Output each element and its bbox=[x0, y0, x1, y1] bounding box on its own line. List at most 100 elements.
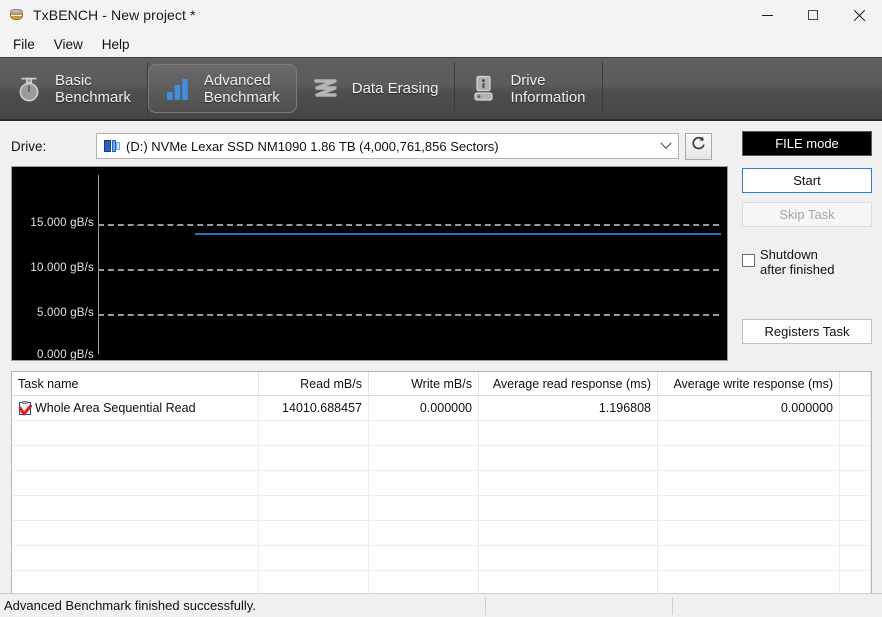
table-cell bbox=[12, 421, 259, 445]
table-cell bbox=[658, 471, 840, 495]
table-cell bbox=[12, 571, 259, 595]
table-column-header[interactable]: Task name bbox=[12, 372, 259, 395]
control-panel: FILE mode Start Skip Task Shutdown after… bbox=[742, 131, 872, 344]
table-cell: 0.000000 bbox=[658, 396, 840, 420]
table-column-header[interactable]: Average write response (ms) bbox=[658, 372, 840, 395]
shutdown-option[interactable]: Shutdown after finished bbox=[742, 247, 872, 277]
table-cell bbox=[658, 571, 840, 595]
table-cell-spacer bbox=[840, 521, 871, 545]
table-cell bbox=[12, 446, 259, 470]
window-title: TxBENCH - New project * bbox=[33, 7, 196, 23]
stopwatch-icon bbox=[14, 73, 44, 105]
table-column-header[interactable]: Read mB/s bbox=[259, 372, 369, 395]
table-cell-spacer bbox=[840, 496, 871, 520]
table-cell: 1.196808 bbox=[479, 396, 658, 420]
close-button[interactable] bbox=[836, 0, 882, 31]
menu-bar: File View Help bbox=[0, 31, 882, 57]
skip-task-button[interactable]: Skip Task bbox=[742, 202, 872, 227]
table-cell bbox=[479, 446, 658, 470]
tab-label: Advanced Benchmark bbox=[203, 71, 280, 106]
shutdown-checkbox[interactable] bbox=[742, 254, 755, 267]
chart-ytick-label: 15.000 gB/s bbox=[30, 217, 94, 229]
table-cell bbox=[12, 521, 259, 545]
tab-bar: Basic Benchmark Advanced Benchmark Data … bbox=[0, 57, 882, 121]
chart-ytick-label: 10.000 gB/s bbox=[30, 262, 94, 274]
table-cell bbox=[658, 496, 840, 520]
start-button[interactable]: Start bbox=[742, 168, 872, 193]
table-row-empty[interactable] bbox=[12, 471, 871, 496]
drive-select[interactable]: (D:) NVMe Lexar SSD NM1090 1.86 TB (4,00… bbox=[96, 133, 679, 159]
chevron-down-icon[interactable] bbox=[654, 134, 678, 158]
table-row-empty[interactable] bbox=[12, 446, 871, 471]
table-cell-spacer bbox=[840, 396, 871, 420]
table-cell bbox=[658, 521, 840, 545]
table-row-empty[interactable] bbox=[12, 546, 871, 571]
status-bar: Advanced Benchmark finished successfully… bbox=[0, 593, 882, 617]
shred-icon bbox=[311, 73, 341, 105]
tab-basic-benchmark[interactable]: Basic Benchmark bbox=[0, 62, 148, 115]
table-cell bbox=[259, 446, 369, 470]
table-cell bbox=[369, 546, 479, 570]
chart-ytick-label: 0.000 gB/s bbox=[37, 349, 94, 361]
chart-gridline bbox=[98, 269, 719, 271]
drive-info-icon bbox=[469, 73, 499, 105]
table-cell bbox=[479, 546, 658, 570]
table-header-row: Task name Read mB/s Write mB/s Average read… bbox=[12, 372, 871, 396]
shutdown-label: Shutdown after finished bbox=[760, 247, 835, 277]
table-cell bbox=[259, 421, 369, 445]
maximize-icon bbox=[808, 10, 818, 20]
refresh-icon bbox=[690, 135, 707, 157]
table-cell bbox=[479, 421, 658, 445]
close-icon bbox=[853, 9, 866, 22]
minimize-button[interactable] bbox=[744, 0, 790, 31]
app-icon bbox=[9, 7, 25, 23]
table-cell bbox=[12, 546, 259, 570]
tab-label: Basic Benchmark bbox=[55, 71, 131, 106]
status-message: Advanced Benchmark finished successfully… bbox=[4, 598, 256, 613]
tab-advanced-benchmark[interactable]: Advanced Benchmark bbox=[147, 64, 297, 113]
table-cell: Whole Area Sequential Read bbox=[12, 396, 259, 420]
title-bar: TxBENCH - New project * bbox=[0, 0, 882, 31]
drive-selected-value: (D:) NVMe Lexar SSD NM1090 1.86 TB (4,00… bbox=[126, 138, 499, 154]
table-column-header-spacer bbox=[840, 372, 871, 395]
table-cell bbox=[479, 496, 658, 520]
menu-item-view[interactable]: View bbox=[50, 35, 92, 54]
table-cell bbox=[369, 496, 479, 520]
chart-plot-area: 15.000 gB/s 10.000 gB/s 5.000 gB/s 0.000… bbox=[12, 167, 727, 360]
table-column-header[interactable]: Write mB/s bbox=[369, 372, 479, 395]
chart-gridline bbox=[98, 224, 719, 226]
table-row[interactable]: Whole Area Sequential Read 14010.688457 0.… bbox=[12, 396, 871, 421]
table-cell: 0.000000 bbox=[369, 396, 479, 420]
window-controls bbox=[744, 0, 882, 31]
tab-label: Drive Information bbox=[510, 71, 586, 106]
table-row-empty[interactable] bbox=[12, 496, 871, 521]
status-cell-3 bbox=[673, 594, 882, 617]
menu-item-help[interactable]: Help bbox=[98, 35, 139, 54]
table-cell-spacer bbox=[840, 571, 871, 595]
table-cell-spacer bbox=[840, 421, 871, 445]
tab-label: Data Erasing bbox=[351, 80, 439, 97]
table-cell bbox=[369, 521, 479, 545]
table-cell bbox=[369, 571, 479, 595]
tab-drive-information[interactable]: Drive Information bbox=[455, 62, 603, 115]
table-cell bbox=[12, 496, 259, 520]
registers-task-button[interactable]: Registers Task bbox=[742, 319, 872, 344]
chart-gridline bbox=[98, 314, 719, 316]
disk-drive-icon bbox=[104, 139, 121, 153]
menu-item-file[interactable]: File bbox=[9, 35, 44, 54]
table-cell bbox=[259, 546, 369, 570]
refresh-button[interactable] bbox=[685, 132, 712, 160]
table-row-empty[interactable] bbox=[12, 521, 871, 546]
benchmark-chart: 15.000 gB/s 10.000 gB/s 5.000 gB/s 0.000… bbox=[11, 166, 728, 361]
table-column-header[interactable]: Average read response (ms) bbox=[479, 372, 658, 395]
task-checked-icon bbox=[18, 400, 33, 416]
application-window: TxBENCH - New project * File View Help B… bbox=[0, 0, 882, 617]
tab-data-erasing[interactable]: Data Erasing bbox=[297, 62, 456, 115]
mode-indicator[interactable]: FILE mode bbox=[742, 131, 872, 156]
table-row-empty[interactable] bbox=[12, 421, 871, 446]
minimize-icon bbox=[761, 14, 773, 16]
table-cell bbox=[259, 496, 369, 520]
task-name-text: Whole Area Sequential Read bbox=[35, 401, 196, 415]
table-cell-spacer bbox=[840, 446, 871, 470]
maximize-button[interactable] bbox=[790, 0, 836, 31]
